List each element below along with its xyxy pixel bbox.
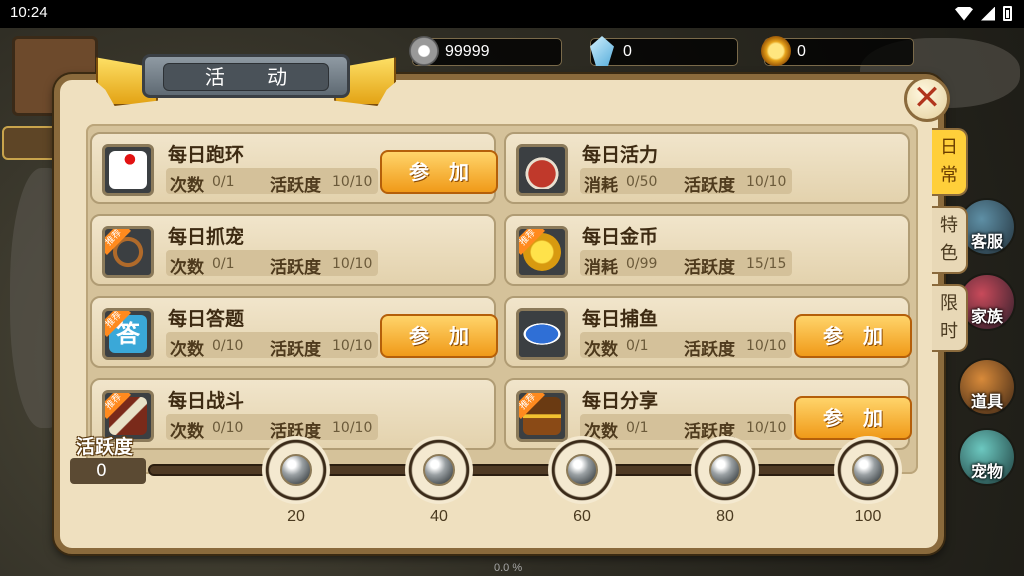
- activity-card: 每日捕鱼 次数 0/1 活跃度 10/10 参加: [504, 296, 912, 368]
- activity-card: 每日活力 消耗 0/50 活跃度 10/10: [504, 132, 910, 204]
- activity-stats: 消耗 0/99 活跃度 15/15: [580, 250, 792, 278]
- pearl-shell-icon: [566, 454, 598, 486]
- milestone-label: 40: [430, 508, 448, 525]
- pearl-shell-icon: [423, 454, 455, 486]
- tab-special[interactable]: 特色: [932, 206, 968, 274]
- tab-daily[interactable]: 日常: [932, 128, 968, 196]
- reward-chest-40[interactable]: [405, 436, 473, 504]
- activity-stats: 次数 0/10 活跃度 10/10: [166, 414, 378, 442]
- silver-counter: 99999: [409, 36, 562, 66]
- activity-points-value: 0: [70, 458, 146, 484]
- scene-tab[interactable]: [2, 126, 62, 160]
- clock: 10:24: [10, 4, 48, 21]
- panel-title: 活 动: [163, 63, 329, 91]
- activity-progress-bar: [148, 464, 888, 476]
- pearl-shell-icon: [709, 454, 741, 486]
- running-man-icon: [102, 144, 154, 196]
- milestone-label: 100: [854, 508, 882, 525]
- activity-panel: 每日跑环 次数 0/1 活跃度 10/10 参加 每日活力 消耗 0/50 活跃…: [54, 74, 944, 554]
- panel-title-banner: 活 动: [96, 50, 396, 106]
- fish-icon: [516, 308, 568, 360]
- activity-stats: 次数 0/1 活跃度 10/10: [580, 332, 792, 360]
- activity-card: 答 推荐 每日答题 次数 0/10 活跃度 10/10 参加: [90, 296, 498, 368]
- join-button[interactable]: 参加: [380, 314, 498, 358]
- loading-percent: 0.0 %: [494, 562, 523, 574]
- status-bar: 10:24: [0, 0, 1024, 28]
- join-button[interactable]: 参加: [794, 314, 912, 358]
- pearl-shell-icon: [280, 454, 312, 486]
- items-button[interactable]: 道具: [958, 358, 1016, 416]
- gold-counter: 0: [761, 36, 914, 66]
- milestone-label: 20: [287, 508, 305, 525]
- wifi-icon: [955, 6, 973, 21]
- pearl-shell-icon: [852, 454, 884, 486]
- close-button[interactable]: ✕: [904, 76, 950, 122]
- activity-stats: 次数 0/1 活跃度 10/10: [166, 168, 378, 196]
- tab-limited[interactable]: 限时: [932, 284, 968, 352]
- reward-chest-100[interactable]: [834, 436, 902, 504]
- treasure-icon: 推荐: [516, 390, 568, 442]
- activity-stats: 次数 0/10 活跃度 10/10: [166, 332, 378, 360]
- activity-stats: 次数 0/1 活跃度 10/10: [166, 250, 378, 278]
- milestone-label: 80: [716, 508, 734, 525]
- pet-button[interactable]: 宠物: [958, 428, 1016, 486]
- activity-list[interactable]: 每日跑环 次数 0/1 活跃度 10/10 参加 每日活力 消耗 0/50 活跃…: [86, 124, 918, 474]
- meat-icon: [516, 144, 568, 196]
- diamond-counter: 0: [590, 36, 738, 66]
- reward-chest-80[interactable]: [691, 436, 759, 504]
- activity-card: 推荐 每日金币 消耗 0/99 活跃度 15/15: [504, 214, 910, 286]
- activity-card: 推荐 每日抓宠 次数 0/1 活跃度 10/10: [90, 214, 496, 286]
- milestone-label: 60: [573, 508, 591, 525]
- reward-chest-20[interactable]: [262, 436, 330, 504]
- silver-coin-icon: [409, 36, 439, 66]
- signal-icon: [981, 6, 995, 21]
- rope-icon: 推荐: [102, 226, 154, 278]
- reward-chest-60[interactable]: [548, 436, 616, 504]
- answer-icon: 答 推荐: [102, 308, 154, 360]
- activity-card: 每日跑环 次数 0/1 活跃度 10/10 参加: [90, 132, 498, 204]
- join-button[interactable]: 参加: [794, 396, 912, 440]
- activity-stats: 消耗 0/50 活跃度 10/10: [580, 168, 792, 196]
- activity-points-label: 活跃度: [76, 436, 134, 458]
- gold-coin-icon: 推荐: [516, 226, 568, 278]
- gold-ingot-icon: [761, 36, 791, 66]
- close-icon: ✕: [912, 78, 942, 118]
- diamond-icon: [590, 36, 614, 66]
- join-button[interactable]: 参加: [380, 150, 498, 194]
- battery-icon: [1003, 6, 1012, 21]
- activity-stats: 次数 0/1 活跃度 10/10: [580, 414, 792, 442]
- system-icons: [955, 6, 1012, 21]
